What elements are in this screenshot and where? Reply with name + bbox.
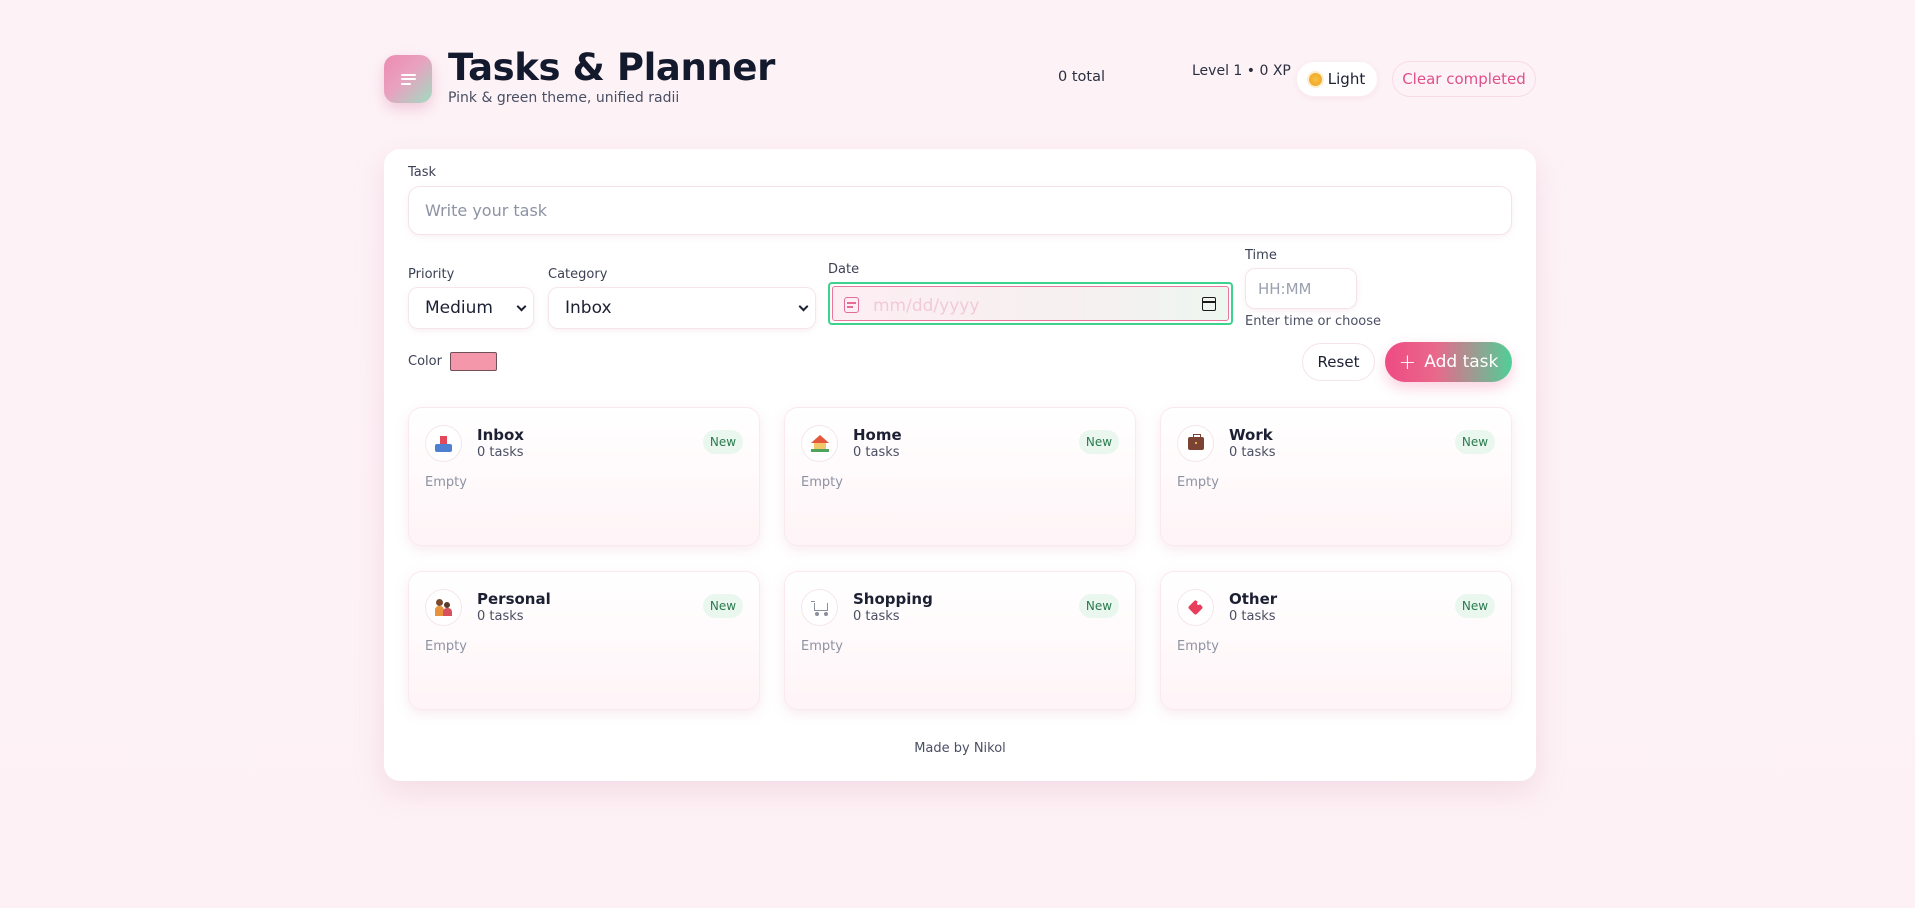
menu-icon: [400, 73, 416, 85]
task-total: 0 total: [1058, 69, 1105, 85]
category-count: 0 tasks: [1229, 609, 1276, 624]
empty-state: Empty: [1177, 475, 1219, 490]
level-xp: Level 1 • 0 XP: [1192, 63, 1291, 79]
color-picker[interactable]: [450, 352, 497, 371]
category-name: Home: [853, 426, 902, 444]
empty-state: Empty: [801, 639, 843, 654]
category-name: Other: [1229, 590, 1278, 608]
category-count: 0 tasks: [477, 609, 524, 624]
page-subtitle: Pink & green theme, unified radii: [448, 90, 680, 106]
sun-icon: [1308, 72, 1322, 86]
category-value: Inbox: [565, 298, 612, 318]
new-task-button[interactable]: New: [703, 594, 743, 618]
color-label: Color: [408, 354, 442, 369]
planner-card: Task Priority Medium Category Inbox Date…: [384, 149, 1536, 781]
theme-label: Light: [1327, 70, 1366, 88]
category-card-home: Home 0 tasks New Empty: [784, 407, 1136, 546]
priority-value: Medium: [425, 298, 493, 318]
category-select[interactable]: Inbox: [548, 287, 816, 329]
category-card-work: Work 0 tasks New Empty: [1160, 407, 1512, 546]
category-card-other: Other 0 tasks New Empty: [1160, 571, 1512, 710]
priority-label: Priority: [408, 267, 455, 282]
category-count: 0 tasks: [853, 609, 900, 624]
new-task-button[interactable]: New: [703, 430, 743, 454]
calendar-icon: [844, 297, 859, 313]
empty-state: Empty: [801, 475, 843, 490]
category-label: Category: [548, 267, 608, 282]
chevron-down-icon: [798, 301, 809, 312]
house-icon: [801, 425, 838, 462]
date-input[interactable]: mm/dd/yyyy: [828, 282, 1233, 325]
empty-state: Empty: [425, 639, 467, 654]
tag-icon: [1177, 589, 1214, 626]
time-label: Time: [1245, 248, 1277, 263]
inbox-tray-icon: [425, 425, 462, 462]
empty-state: Empty: [1177, 639, 1219, 654]
cart-icon: [801, 589, 838, 626]
reset-button[interactable]: Reset: [1302, 343, 1375, 381]
menu-logo-button[interactable]: [384, 55, 432, 103]
app-header: Tasks & Planner Pink & green theme, unif…: [384, 46, 1536, 114]
add-task-button[interactable]: + Add task: [1385, 342, 1512, 382]
theme-toggle-button[interactable]: Light: [1296, 61, 1378, 97]
briefcase-icon: [1177, 425, 1214, 462]
add-task-label: Add task: [1424, 352, 1499, 372]
task-input[interactable]: [408, 186, 1512, 235]
category-card-inbox: Inbox 0 tasks New Empty: [408, 407, 760, 546]
category-card-shopping: Shopping 0 tasks New Empty: [784, 571, 1136, 710]
category-name: Shopping: [853, 590, 933, 608]
new-task-button[interactable]: New: [1079, 430, 1119, 454]
category-name: Personal: [477, 590, 551, 608]
date-placeholder: mm/dd/yyyy: [873, 296, 980, 316]
clear-completed-button[interactable]: Clear completed: [1392, 61, 1536, 97]
new-task-button[interactable]: New: [1079, 594, 1119, 618]
category-name: Inbox: [477, 426, 524, 444]
people-icon: [425, 589, 462, 626]
category-count: 0 tasks: [853, 445, 900, 460]
task-label: Task: [408, 165, 437, 180]
time-input[interactable]: [1245, 268, 1357, 309]
new-task-button[interactable]: New: [1455, 594, 1495, 618]
date-picker-icon[interactable]: [1202, 297, 1216, 311]
category-count: 0 tasks: [477, 445, 524, 460]
category-count: 0 tasks: [1229, 445, 1276, 460]
priority-select[interactable]: Medium: [408, 287, 534, 329]
plus-icon: +: [1398, 350, 1417, 374]
page-title: Tasks & Planner: [448, 46, 775, 89]
category-name: Work: [1229, 426, 1273, 444]
footer-credit: Made by Nikol: [914, 741, 1006, 756]
chevron-down-icon: [516, 301, 527, 312]
date-label: Date: [828, 262, 860, 277]
category-card-personal: Personal 0 tasks New Empty: [408, 571, 760, 710]
time-hint: Enter time or choose: [1245, 314, 1382, 329]
empty-state: Empty: [425, 475, 467, 490]
new-task-button[interactable]: New: [1455, 430, 1495, 454]
